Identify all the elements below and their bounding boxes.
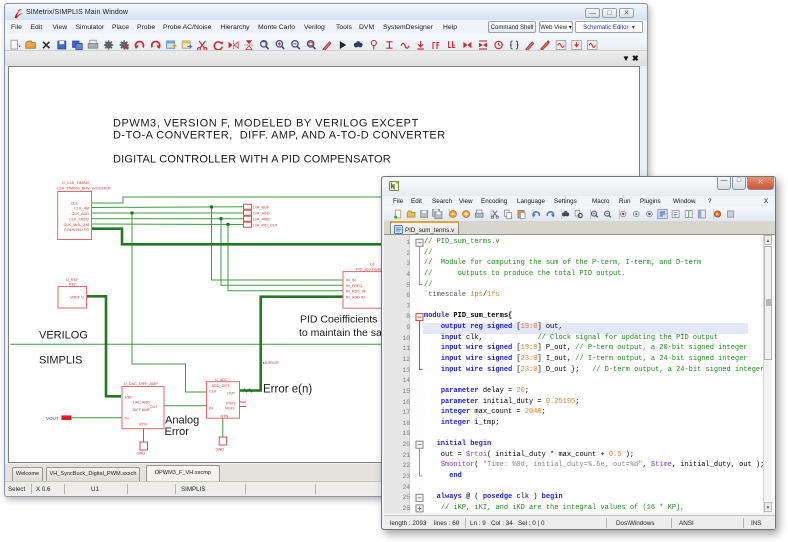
svg-text:GND: GND bbox=[216, 448, 225, 452]
svg-text:U1: U1 bbox=[370, 263, 375, 267]
svg-text:IN: IN bbox=[209, 407, 213, 411]
svg-text:CLK: CLK bbox=[209, 390, 217, 394]
svg-text:GND: GND bbox=[137, 452, 146, 456]
svg-text:SIMPLIS: SIMPLIS bbox=[39, 355, 82, 367]
svg-text:D/A_PID_OUT: D/A_PID_OUT bbox=[253, 224, 279, 228]
svg-text:DIFF AMP: DIFF AMP bbox=[133, 408, 151, 412]
svg-text:Error: Error bbox=[165, 426, 190, 438]
svg-text:OUT: OUT bbox=[150, 405, 159, 409]
svg-text:VERILOG: VERILOG bbox=[39, 330, 88, 342]
svg-text:Analog: Analog bbox=[165, 415, 199, 427]
svg-text:▸ERROR: ▸ERROR bbox=[263, 361, 279, 365]
svg-text:Error e(n): Error e(n) bbox=[263, 384, 312, 396]
svg-text:IN: IN bbox=[125, 417, 129, 421]
svg-text:VREF G: VREF G bbox=[70, 296, 84, 300]
svg-text:CLK_ADD: CLK_ADD bbox=[71, 212, 89, 216]
svg-text:D/A_AMB: D/A_AMB bbox=[253, 218, 270, 222]
svg-text:CLK_TIMING_BHV_COUNTER: CLK_TIMING_BHV_COUNTER bbox=[57, 187, 111, 191]
svg-text:D/A_BUF: D/A_BUF bbox=[253, 206, 270, 210]
svg-text:REF: REF bbox=[69, 283, 77, 287]
svg-text:U_ADC: U_ADC bbox=[215, 378, 228, 382]
svg-text:DAC AND: DAC AND bbox=[133, 401, 150, 405]
svg-text:DPWM3, VERSION F, MODELED BY V: DPWM3, VERSION F, MODELED BY VERILOG EXC… bbox=[113, 118, 419, 130]
svg-text:RTN: RTN bbox=[139, 423, 147, 427]
svg-text:CLK_MHL_AM: CLK_MHL_AM bbox=[64, 223, 89, 227]
svg-text:CLK_FREQ: CLK_FREQ bbox=[69, 217, 89, 221]
svg-text:U_CLK_TIMING: U_CLK_TIMING bbox=[62, 181, 90, 185]
svg-text:IN_RST_IN: IN_RST_IN bbox=[346, 290, 366, 294]
svg-text:ADD_DIFF: ADD_DIFF bbox=[212, 384, 231, 388]
svg-text:REF: REF bbox=[125, 396, 133, 400]
svg-text:U_REF: U_REF bbox=[66, 278, 79, 282]
svg-text:D-TO-A CONVERTER, DIFF. AMP,: D-TO-A CONVERTER, DIFF. AMP, AND A-TO-D … bbox=[113, 130, 446, 142]
svg-text:D/A_ADD: D/A_ADD bbox=[253, 212, 270, 216]
svg-text:PGFL: PGFL bbox=[226, 402, 236, 406]
svg-text:DIGITAL CONTROLLER WITH A PID: DIGITAL CONTROLLER WITH A PID COMPENSATO… bbox=[113, 154, 391, 166]
svg-text:OUT: OUT bbox=[227, 392, 236, 396]
svg-text:VOUT: VOUT bbox=[46, 416, 59, 421]
svg-text:IN_IN: IN_IN bbox=[346, 279, 356, 283]
svg-text:U_DAC_DIFF_AMP: U_DAC_DIFF_AMP bbox=[124, 382, 158, 386]
svg-text:COUNTED TO: COUNTED TO bbox=[64, 228, 89, 232]
svg-text:CLK: CLK bbox=[71, 202, 79, 206]
svg-text:NGFL: NGFL bbox=[225, 407, 235, 411]
svg-text:IN_ADD IN: IN_ADD IN bbox=[346, 296, 365, 300]
svg-text:CLK_4M: CLK_4M bbox=[74, 207, 89, 211]
svg-text:RTN: RTN bbox=[221, 415, 229, 419]
svg-text:IN_FREQ: IN_FREQ bbox=[346, 284, 363, 288]
